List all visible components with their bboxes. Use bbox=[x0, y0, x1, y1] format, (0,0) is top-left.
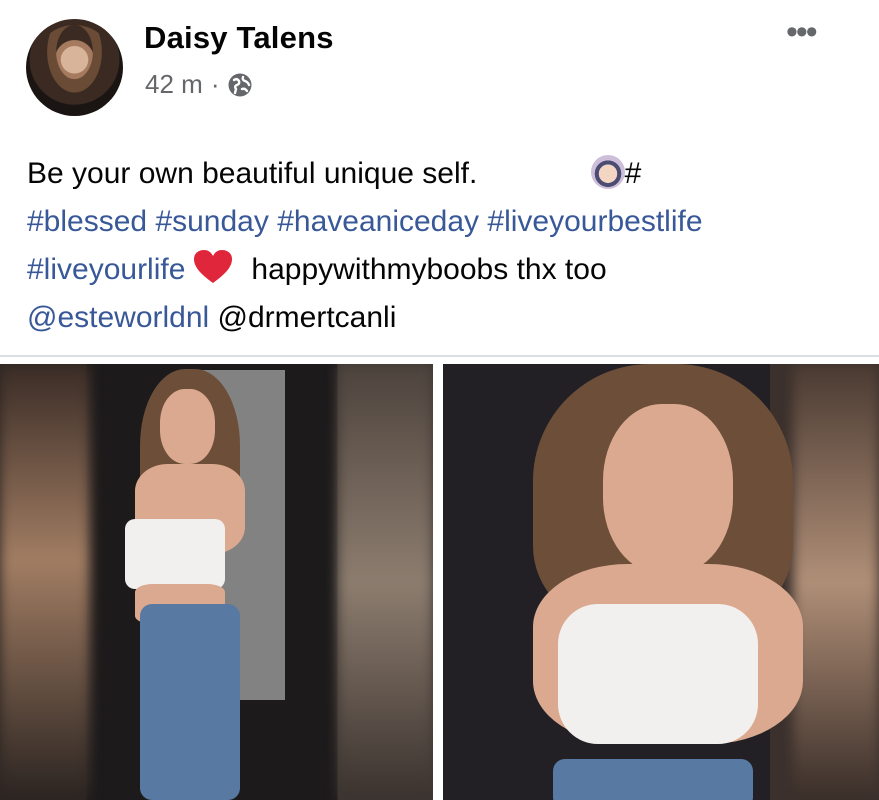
post-time[interactable]: 42 m bbox=[145, 69, 203, 100]
hashtag-liveyourlife[interactable]: #liveyourlife bbox=[27, 253, 185, 286]
photo-1-face bbox=[160, 389, 215, 464]
caption-hash: # bbox=[624, 157, 642, 190]
photo-1-blur-left bbox=[0, 364, 90, 800]
meta-separator: · bbox=[210, 69, 220, 99]
photo-2-blur-right bbox=[793, 364, 879, 800]
post-text: Be your own beautiful unique self. # #bl… bbox=[27, 150, 867, 342]
caption-text-2: happywithmyboobs thx too bbox=[251, 253, 607, 286]
hashtag-haveaniceday[interactable]: #haveaniceday bbox=[277, 205, 479, 238]
text-line-4: @esteworldnl @drmertcanli bbox=[27, 294, 867, 342]
woman-raising-hand-emoji bbox=[590, 155, 625, 189]
more-options-icon[interactable]: ••• bbox=[786, 15, 818, 49]
post-meta: 42 m · bbox=[145, 69, 253, 100]
globe-icon[interactable] bbox=[227, 72, 253, 98]
avatar-hair bbox=[32, 25, 117, 115]
post-header: Daisy Talens 42 m · ••• bbox=[0, 0, 879, 140]
photo-2-face bbox=[603, 404, 733, 574]
red-heart-emoji bbox=[194, 250, 233, 283]
mention-esteworldnl[interactable]: @esteworldnl bbox=[27, 301, 209, 334]
hashtag-blessed[interactable]: #blessed bbox=[27, 205, 147, 238]
text-line-1: Be your own beautiful unique self. # bbox=[27, 150, 867, 198]
mention-drmertcanli[interactable]: @drmertcanli bbox=[218, 301, 397, 334]
avatar[interactable] bbox=[26, 19, 123, 116]
photo-grid bbox=[0, 364, 879, 800]
text-line-3: #liveyourlife happywithmyboobs thx too bbox=[27, 246, 867, 294]
hashtag-sunday[interactable]: #sunday bbox=[155, 205, 268, 238]
hashtag-liveyourbestlife[interactable]: #liveyourbestlife bbox=[487, 205, 702, 238]
photo-2[interactable] bbox=[443, 364, 879, 800]
photo-1[interactable] bbox=[0, 364, 433, 800]
divider bbox=[0, 355, 879, 357]
photo-1-top bbox=[125, 519, 225, 589]
photo-2-jeans bbox=[553, 759, 753, 800]
caption-text: Be your own beautiful unique self. bbox=[27, 157, 478, 190]
photo-1-jeans bbox=[140, 604, 240, 800]
photo-2-top bbox=[558, 604, 758, 744]
text-line-2: #blessed #sunday #haveaniceday #liveyour… bbox=[27, 198, 867, 246]
author-name[interactable]: Daisy Talens bbox=[144, 20, 334, 56]
photo-1-blur-right bbox=[338, 364, 433, 800]
